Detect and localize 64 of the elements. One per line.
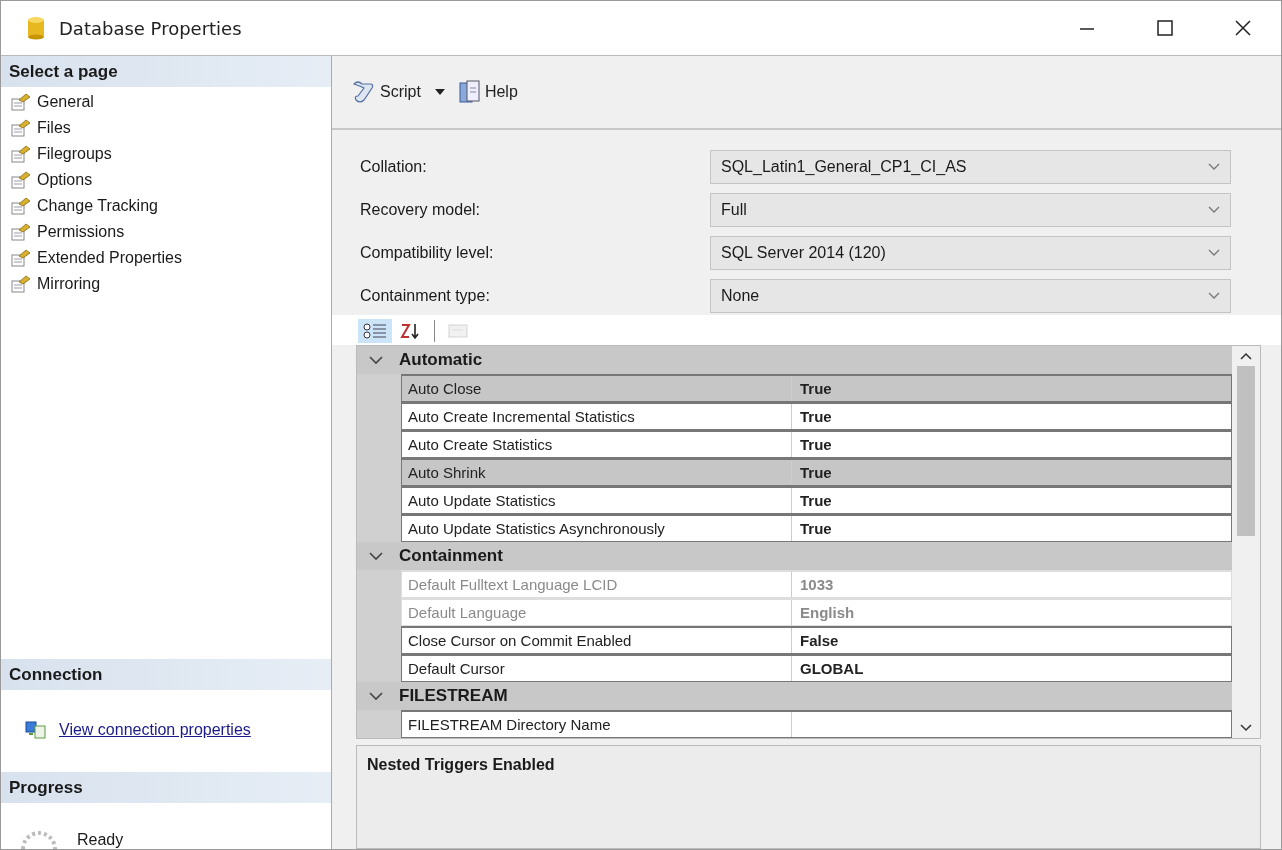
- page-icon: [11, 197, 31, 215]
- scrollbar[interactable]: [1232, 346, 1260, 738]
- chevron-down-icon: [1208, 163, 1220, 171]
- page-item[interactable]: Change Tracking: [11, 193, 331, 219]
- dropdown-field[interactable]: SQL Server 2014 (120): [710, 236, 1231, 270]
- category-header: Automatic: [399, 350, 483, 370]
- page-icon: [11, 119, 31, 137]
- dropdown-field[interactable]: SQL_Latin1_General_CP1_CI_AS: [710, 150, 1231, 184]
- dropdown-field[interactable]: Full: [710, 193, 1231, 227]
- description-title: Nested Triggers Enabled: [367, 756, 555, 773]
- chevron-down-icon[interactable]: [369, 355, 383, 365]
- help-button[interactable]: Help: [454, 76, 522, 108]
- section-header: Select a page: [1, 56, 331, 87]
- chevron-down-icon: [1208, 249, 1220, 257]
- spinner-icon: [21, 831, 57, 849]
- field-label: Containment type:: [360, 287, 491, 305]
- caret-icon[interactable]: [434, 89, 445, 95]
- property-row[interactable]: Auto Create Incremental Statistics True: [401, 402, 1232, 430]
- page-icon: [11, 223, 31, 241]
- page-item[interactable]: Filegroups: [11, 141, 331, 167]
- page-icon: [11, 145, 31, 163]
- maximize-icon[interactable]: [1157, 20, 1173, 36]
- property-row[interactable]: FILESTREAM Directory Name: [401, 710, 1232, 738]
- database-icon: [27, 16, 45, 40]
- connection-icon: [25, 720, 47, 740]
- field-label: Collation:: [360, 158, 428, 176]
- close-icon[interactable]: [1235, 20, 1251, 36]
- property-row[interactable]: Auto Shrink True: [401, 458, 1232, 486]
- property-row[interactable]: Default Cursor GLOBAL: [401, 654, 1232, 682]
- page-icon: [11, 171, 31, 189]
- page-item[interactable]: Files: [11, 115, 331, 141]
- chevron-down-icon[interactable]: [369, 551, 383, 561]
- category-header: FILESTREAM: [399, 686, 508, 706]
- scrollbar-thumb[interactable]: [1237, 366, 1255, 536]
- page-icon: [11, 275, 31, 293]
- page-item[interactable]: General: [11, 89, 331, 115]
- page-item[interactable]: Mirroring: [11, 271, 331, 297]
- status-text: Ready: [77, 831, 124, 849]
- category-header: Containment: [399, 546, 503, 566]
- section-header: Connection: [1, 659, 331, 690]
- page-item[interactable]: Permissions: [11, 219, 331, 245]
- connection-link[interactable]: View connection properties: [59, 721, 251, 739]
- page-icon: [11, 249, 31, 267]
- window-title: Database Properties: [59, 17, 242, 39]
- chevron-down-icon[interactable]: [369, 691, 383, 701]
- property-row[interactable]: Auto Create Statistics True: [401, 430, 1232, 458]
- property-row[interactable]: Auto Close True: [401, 374, 1232, 402]
- chevron-down-icon: [1208, 206, 1220, 214]
- field-label: Recovery model:: [360, 201, 482, 219]
- property-row[interactable]: Close Cursor on Commit Enabled False: [401, 626, 1232, 654]
- field-label: Compatibility level:: [360, 244, 495, 262]
- page-icon: [11, 93, 31, 111]
- page-item[interactable]: Options: [11, 167, 331, 193]
- chevron-down-icon[interactable]: [1240, 724, 1252, 732]
- dropdown-field[interactable]: None: [710, 279, 1231, 313]
- chevron-up-icon[interactable]: [1240, 352, 1252, 360]
- categorized-button[interactable]: [358, 319, 392, 343]
- book-icon: [458, 80, 481, 104]
- property-row[interactable]: Auto Update Statistics Asynchronously True: [401, 514, 1232, 542]
- property-row[interactable]: Auto Update Statistics True: [401, 486, 1232, 514]
- section-header: Progress: [1, 772, 331, 803]
- script-button[interactable]: Script: [346, 76, 425, 108]
- page-item[interactable]: Extended Properties: [11, 245, 331, 271]
- chevron-down-icon: [1208, 292, 1220, 300]
